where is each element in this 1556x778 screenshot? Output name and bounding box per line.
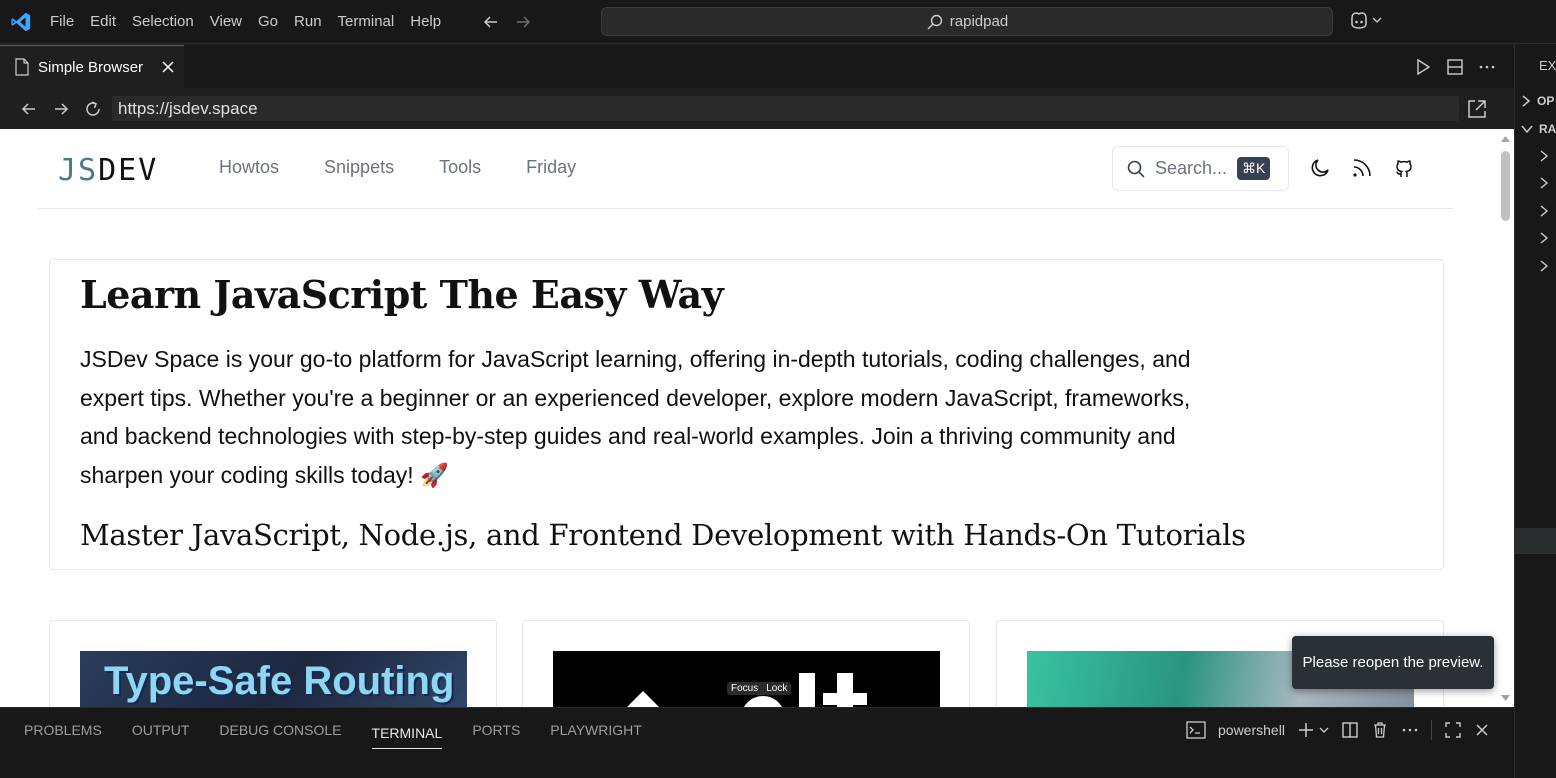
article-card-image: Type-Safe Routing: [80, 651, 467, 707]
tab-label: Simple Browser: [38, 58, 144, 76]
bottom-panel: PROBLEMS OUTPUT DEBUG CONSOLE TERMINAL P…: [0, 707, 1514, 778]
open-external-icon[interactable]: [1466, 98, 1488, 120]
notification-tooltip: Please reopen the preview.: [1292, 636, 1494, 689]
trash-icon[interactable]: [1371, 721, 1389, 739]
nav-link-tools[interactable]: Tools: [439, 157, 481, 178]
history-nav: [481, 12, 533, 32]
search-shortcut-badge: ⌘K: [1237, 157, 1271, 180]
command-center-label: rapidpad: [949, 13, 1009, 30]
hero-section: Learn JavaScript The Easy Way JSDev Spac…: [49, 259, 1444, 570]
search-icon: [926, 13, 944, 31]
folder-chevron-icon[interactable]: [1539, 205, 1549, 217]
search-icon: [1127, 160, 1145, 178]
divider: [1430, 720, 1432, 740]
browser-back-icon[interactable]: [13, 100, 45, 118]
focus-lock-badge: Focus Lock: [727, 682, 792, 695]
maximize-panel-icon[interactable]: [1444, 721, 1462, 739]
run-icon[interactable]: [1414, 58, 1432, 76]
site-logo[interactable]: JSDEV: [58, 153, 158, 188]
chevron-down-icon: [1372, 15, 1382, 25]
web-page: JSDEV Howtos Snippets Tools Friday Searc…: [0, 129, 1497, 707]
editor-actions: [1414, 45, 1496, 88]
more-actions-icon[interactable]: [1401, 721, 1419, 739]
card-image-text: Type-Safe Routing: [104, 659, 455, 703]
header-icons: [1308, 155, 1416, 181]
rapidpad-section[interactable]: RA: [1521, 122, 1556, 136]
menu-selection[interactable]: Selection: [124, 0, 202, 44]
tab-terminal[interactable]: TERMINAL: [371, 711, 443, 749]
github-icon[interactable]: [1392, 155, 1416, 181]
folder-chevron-icon[interactable]: [1539, 232, 1549, 244]
hero-description: JSDev Space is your go-to platform for J…: [80, 346, 1191, 488]
scroll-thumb[interactable]: [1501, 151, 1510, 221]
file-icon: [14, 58, 30, 76]
menu-edit[interactable]: Edit: [82, 0, 124, 44]
menu-terminal[interactable]: Terminal: [330, 0, 403, 44]
nav-link-friday[interactable]: Friday: [526, 157, 576, 178]
menu-file[interactable]: File: [42, 0, 82, 44]
search-placeholder: Search...: [1155, 158, 1228, 178]
explorer-panel: EX OP RA: [1514, 44, 1556, 778]
folder-chevron-icon[interactable]: [1539, 150, 1549, 162]
editor-tabs: Simple Browser: [0, 45, 1514, 88]
split-editor-icon[interactable]: [1446, 58, 1464, 76]
hero-title: Learn JavaScript The Easy Way: [80, 272, 724, 317]
more-actions-icon[interactable]: [1478, 58, 1496, 76]
terminal-shell-name[interactable]: powershell: [1218, 722, 1285, 738]
menu-run[interactable]: Run: [286, 0, 330, 44]
article-card[interactable]: Focus Lock: [522, 620, 970, 707]
command-center-search[interactable]: rapidpad: [601, 7, 1333, 36]
page-scrollbar[interactable]: [1497, 129, 1514, 707]
tab-debug-console[interactable]: DEBUG CONSOLE: [219, 708, 341, 752]
menu-view[interactable]: View: [202, 0, 250, 44]
folder-chevron-icon[interactable]: [1539, 260, 1549, 272]
tab-ports[interactable]: PORTS: [472, 708, 520, 752]
go-forward-icon[interactable]: [513, 12, 533, 32]
panel-actions: powershell: [1186, 720, 1490, 740]
tab-playwright[interactable]: PLAYWRIGHT: [550, 708, 642, 752]
selected-row[interactable]: [1515, 528, 1556, 554]
explorer-title: EX: [1539, 58, 1556, 73]
browser-forward-icon[interactable]: [45, 100, 77, 118]
nav-link-snippets[interactable]: Snippets: [324, 157, 394, 178]
site-nav: Howtos Snippets Tools Friday: [219, 157, 576, 178]
menu-bar: File Edit Selection View Go Run Terminal…: [42, 0, 449, 44]
new-terminal-icon[interactable]: [1297, 721, 1315, 739]
article-card[interactable]: Type-Safe Routing: [49, 620, 497, 707]
copilot-menu[interactable]: [1348, 10, 1382, 30]
site-header: JSDEV Howtos Snippets Tools Friday Searc…: [38, 129, 1453, 209]
folder-chevron-icon[interactable]: [1539, 177, 1549, 189]
close-panel-icon[interactable]: [1474, 722, 1490, 738]
url-input[interactable]: https://jsdev.space: [112, 96, 1459, 121]
hero-subtitle: Master JavaScript, Node.js, and Frontend…: [80, 518, 1246, 552]
tab-problems[interactable]: PROBLEMS: [24, 708, 102, 752]
copilot-icon: [1348, 10, 1370, 30]
tab-simple-browser[interactable]: Simple Browser: [0, 45, 184, 88]
menu-help[interactable]: Help: [402, 0, 449, 44]
site-search-button[interactable]: Search... ⌘K: [1112, 146, 1289, 191]
article-card-image: Focus Lock: [553, 651, 940, 707]
rss-icon[interactable]: [1350, 155, 1374, 181]
dark-mode-toggle-icon[interactable]: [1308, 155, 1332, 181]
panel-tabs: PROBLEMS OUTPUT DEBUG CONSOLE TERMINAL P…: [24, 708, 642, 752]
chevron-down-icon[interactable]: [1319, 725, 1329, 735]
open-editors-section[interactable]: OP: [1521, 94, 1554, 108]
terminal-icon: [1186, 721, 1206, 739]
vscode-logo-icon[interactable]: [0, 0, 42, 44]
tab-output[interactable]: OUTPUT: [132, 708, 190, 752]
close-icon[interactable]: [161, 60, 175, 74]
nav-link-howtos[interactable]: Howtos: [219, 157, 279, 178]
title-bar: File Edit Selection View Go Run Terminal…: [0, 0, 1556, 44]
reload-icon[interactable]: [77, 99, 109, 119]
menu-go[interactable]: Go: [250, 0, 286, 44]
browser-toolbar: https://jsdev.space: [0, 88, 1514, 129]
go-back-icon[interactable]: [481, 12, 501, 32]
split-terminal-icon[interactable]: [1341, 721, 1359, 739]
